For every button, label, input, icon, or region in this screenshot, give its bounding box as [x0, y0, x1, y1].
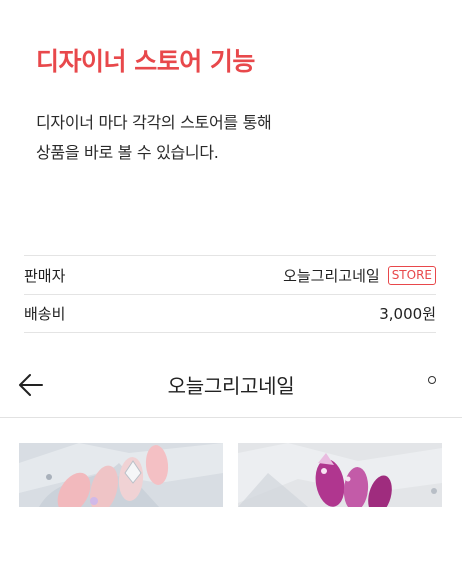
product-grid	[19, 443, 442, 507]
shipping-fee: 3,000원	[379, 305, 436, 323]
seller-store-link[interactable]: 오늘그리고네일 STORE	[283, 265, 436, 286]
store-title: 오늘그리고네일	[167, 374, 295, 398]
product-card-1[interactable]	[19, 443, 223, 507]
hero-title: 디자이너 스토어 기능	[36, 47, 255, 76]
shipping-label: 배송비	[24, 305, 66, 323]
store-nav-bar: 오늘그리고네일	[0, 352, 462, 418]
hero-description-line-1: 디자이너 마다 각각의 스토어를 통해	[36, 113, 272, 132]
more-dot-icon[interactable]	[428, 376, 436, 384]
seller-label: 판매자	[24, 266, 66, 285]
seller-name[interactable]: 오늘그리고네일	[283, 265, 380, 286]
purple-nail-set-image	[238, 443, 442, 507]
hero-description-line-2: 상품을 바로 볼 수 있습니다.	[36, 143, 219, 162]
pink-nail-set-image	[19, 443, 223, 507]
product-card-2[interactable]	[238, 443, 442, 507]
hero-description: 디자이너 마다 각각의 스토어를 통해 상품을 바로 볼 수 있습니다.	[36, 108, 272, 168]
product-info-table: 판매자 오늘그리고네일 STORE 배송비 3,000원	[24, 255, 436, 333]
store-badge-button[interactable]: STORE	[387, 265, 436, 285]
shipping-row: 배송비 3,000원	[24, 294, 436, 333]
seller-row: 판매자 오늘그리고네일 STORE	[24, 255, 436, 294]
